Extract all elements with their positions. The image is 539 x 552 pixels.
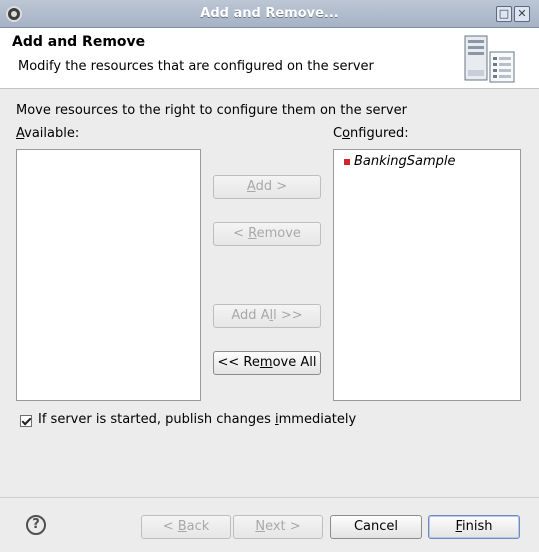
maximize-icon[interactable]: □ [496, 6, 512, 22]
title-bar: Add and Remove... □ ✕ [0, 0, 539, 28]
add-button[interactable]: Add > [213, 175, 321, 199]
available-list[interactable] [16, 149, 201, 401]
configured-label-rest: nfigured: [350, 126, 409, 141]
remove-button[interactable]: < Remove [213, 222, 321, 246]
close-icon[interactable]: ✕ [514, 6, 530, 22]
list-item-label: BankingSample [354, 154, 456, 169]
remove-all-button[interactable]: << Remove All [213, 351, 321, 375]
next-button[interactable]: Next > [233, 515, 323, 539]
configured-label: Configured: [333, 126, 409, 141]
header-title: Add and Remove [12, 34, 146, 50]
module-status-icon [344, 159, 350, 165]
dialog-header: Add and Remove Modify the resources that… [0, 28, 539, 89]
header-description: Modify the resources that are configured… [18, 59, 374, 74]
server-icon [464, 35, 515, 83]
finish-button[interactable]: Finish [428, 515, 520, 539]
footer-separator [0, 497, 539, 498]
instruction-text: Move resources to the right to configure… [16, 103, 407, 118]
available-label: Available: [16, 126, 80, 141]
back-button[interactable]: < Back [141, 515, 231, 539]
publish-checkbox[interactable] [20, 415, 32, 427]
publish-checkbox-label[interactable]: If server is started, publish changes im… [38, 412, 356, 427]
window-title: Add and Remove... [200, 6, 339, 21]
cancel-button[interactable]: Cancel [330, 515, 422, 539]
list-item-bankingsample[interactable]: BankingSample [344, 154, 456, 169]
configured-list[interactable]: BankingSample [333, 149, 521, 401]
add-all-button[interactable]: Add All >> [213, 304, 321, 328]
dialog-content: Move resources to the right to configure… [0, 89, 539, 552]
help-icon[interactable]: ? [26, 515, 46, 535]
available-label-rest: vailable: [24, 126, 80, 141]
configured-label-c: C [333, 126, 343, 141]
